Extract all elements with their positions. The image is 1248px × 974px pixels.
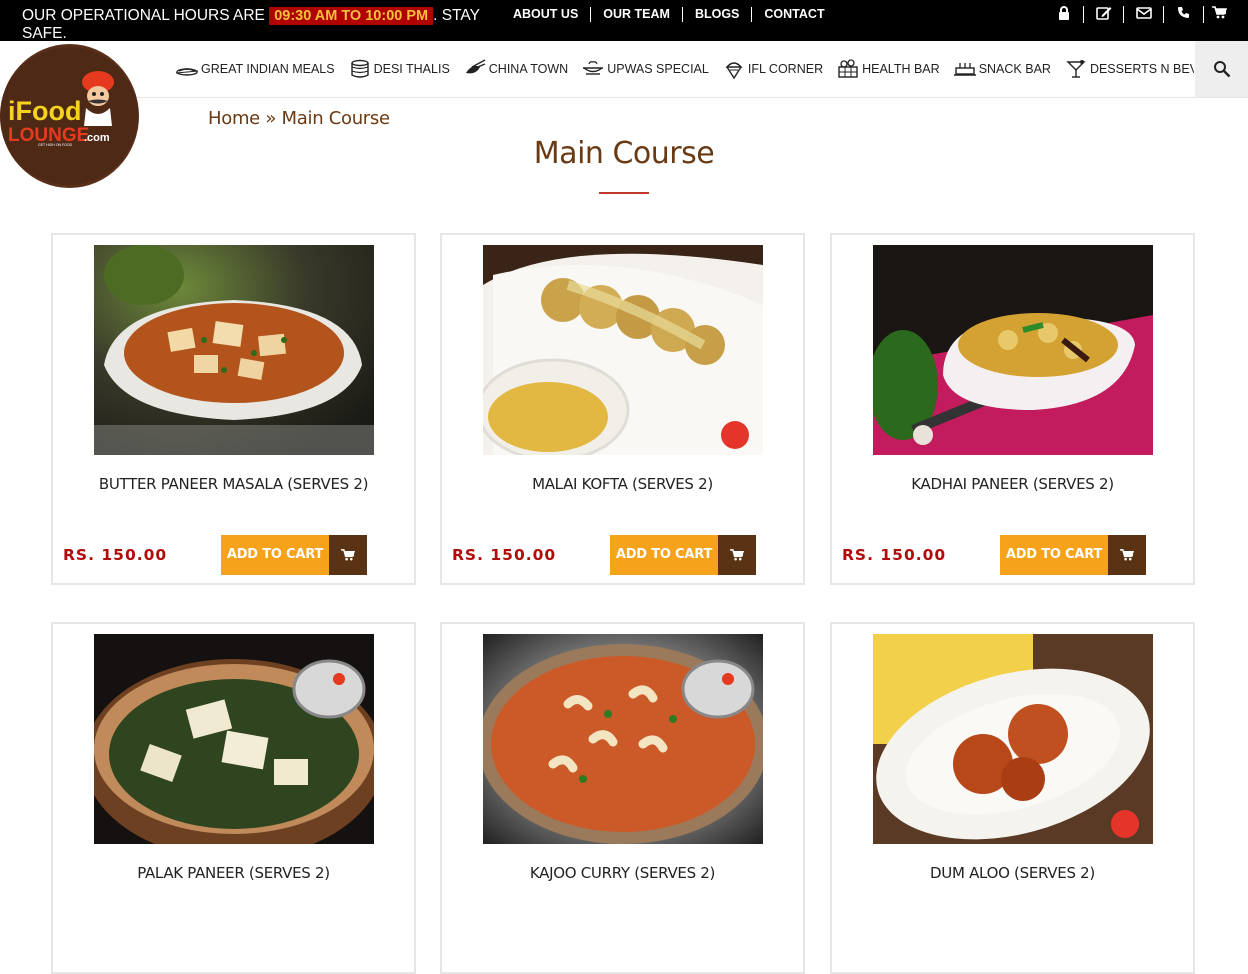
page-title: Main Course <box>533 136 715 171</box>
category-menu: GREAT INDIAN MEALS DESI THALIS CHINA TOW… <box>176 41 1194 97</box>
main-menu-bar: GREAT INDIAN MEALS DESI THALIS CHINA TOW… <box>0 41 1248 98</box>
phone-icon[interactable] <box>1164 6 1204 23</box>
cart-icon[interactable] <box>1204 6 1234 23</box>
product-image-kadhai-paneer[interactable] <box>873 245 1153 455</box>
add-to-cart-button[interactable]: ADD TO CART <box>610 535 756 575</box>
contact-link[interactable]: CONTACT <box>752 7 836 22</box>
product-name[interactable]: KAJOO CURRY (SERVES 2) <box>442 864 803 882</box>
menu-item-label: DESSERTS N BEVERAGES <box>1089 62 1194 76</box>
logo-text-top: iFood <box>8 96 81 126</box>
about-us-link[interactable]: ABOUT US <box>501 7 592 22</box>
cart-icon <box>329 535 367 575</box>
product-card[interactable]: PALAK PANEER (SERVES 2) <box>51 622 416 974</box>
product-image-dum-aloo[interactable] <box>873 634 1153 844</box>
logo-tagline: GET HIGH ON FOOD <box>38 143 73 147</box>
top-icons <box>1044 6 1234 23</box>
product-price: RS. 150.00 <box>842 546 947 564</box>
ice-cream-icon <box>725 62 743 79</box>
menu-item-china-town[interactable]: CHINA TOWN <box>464 59 568 79</box>
search-button[interactable] <box>1195 41 1248 97</box>
menu-item-label: HEALTH BAR <box>862 62 940 76</box>
top-bar: OUR OPERATIONAL HOURS ARE 09:30 AM TO 10… <box>0 0 1248 43</box>
product-price: RS. 150.00 <box>63 546 168 564</box>
product-image-malai-kofta[interactable] <box>483 245 763 455</box>
dish-icon <box>176 68 198 76</box>
hours-prefix: OUR OPERATIONAL HOURS ARE <box>22 7 270 24</box>
breadcrumb-current: Main Course <box>281 108 391 129</box>
breadcrumb: Home » Main Course <box>208 108 390 129</box>
cart-icon <box>1108 535 1146 575</box>
product-name[interactable]: PALAK PANEER (SERVES 2) <box>53 864 414 882</box>
product-image-kajoo-curry[interactable] <box>483 634 763 844</box>
title-divider <box>599 192 649 194</box>
edit-icon[interactable] <box>1084 6 1124 23</box>
blogs-link[interactable]: BLOGS <box>683 7 753 22</box>
add-to-cart-label: ADD TO CART <box>610 535 718 575</box>
menu-item-label: CHINA TOWN <box>488 62 569 76</box>
add-to-cart-label: ADD TO CART <box>221 535 329 575</box>
add-to-cart-label: ADD TO CART <box>1000 535 1108 575</box>
menu-item-label: GREAT INDIAN MEALS <box>201 62 335 76</box>
lock-icon[interactable] <box>1044 6 1084 23</box>
our-team-link[interactable]: OUR TEAM <box>591 7 683 22</box>
product-price: RS. 150.00 <box>452 546 557 564</box>
fruit-basket-icon <box>838 59 858 78</box>
menu-item-desi-thalis[interactable]: DESI THALIS <box>349 59 450 79</box>
product-name[interactable]: DUM ALOO (SERVES 2) <box>832 864 1193 882</box>
bowl-icon <box>583 61 604 75</box>
menu-item-label: IFL CORNER <box>747 62 824 76</box>
cart-icon <box>718 535 756 575</box>
hours-highlight: 09:30 AM TO 10:00 PM <box>269 7 434 25</box>
product-name[interactable]: KADHAI PANEER (SERVES 2) <box>832 475 1193 493</box>
breadcrumb-separator: » <box>259 108 282 129</box>
menu-item-great-indian-meals[interactable]: GREAT INDIAN MEALS <box>176 59 335 79</box>
cocktail-icon <box>1066 60 1086 78</box>
search-icon <box>1213 61 1230 78</box>
menu-item-desserts-n-beverages[interactable]: DESSERTS N BEVERAGES <box>1065 59 1194 79</box>
breadcrumb-home-link[interactable]: Home <box>208 108 260 129</box>
chopsticks-icon <box>465 59 486 74</box>
add-to-cart-button[interactable]: ADD TO CART <box>221 535 367 575</box>
operational-hours-notice: OUR OPERATIONAL HOURS ARE 09:30 AM TO 10… <box>22 7 492 43</box>
product-card[interactable]: MALAI KOFTA (SERVES 2) RS. 150.00 ADD TO… <box>440 233 805 585</box>
logo-text-com: .com <box>84 132 110 144</box>
cake-icon <box>953 63 976 76</box>
product-image-palak-paneer[interactable] <box>94 634 374 844</box>
menu-item-label: SNACK BAR <box>978 62 1051 76</box>
product-image-butter-paneer-masala[interactable] <box>94 245 374 455</box>
product-name[interactable]: MALAI KOFTA (SERVES 2) <box>442 475 803 493</box>
product-card[interactable]: DUM ALOO (SERVES 2) <box>830 622 1195 974</box>
menu-item-label: DESI THALIS <box>373 62 450 76</box>
add-to-cart-button[interactable]: ADD TO CART <box>1000 535 1146 575</box>
menu-item-health-bar[interactable]: HEALTH BAR <box>837 59 940 79</box>
menu-item-label: UPWAS SPECIAL <box>607 62 709 76</box>
menu-item-snack-bar[interactable]: SNACK BAR <box>953 59 1051 79</box>
product-card[interactable]: KAJOO CURRY (SERVES 2) <box>440 622 805 974</box>
menu-item-upwas-special[interactable]: UPWAS SPECIAL <box>582 59 709 79</box>
ifood-lounge-logo[interactable]: iFood LOUNGE .com GET HIGH ON FOOD <box>0 44 139 188</box>
top-links: ABOUT US OUR TEAM BLOGS CONTACT <box>501 7 837 22</box>
product-name[interactable]: BUTTER PANEER MASALA (SERVES 2) <box>53 475 414 493</box>
menu-item-ifl-corner[interactable]: IFL CORNER <box>723 59 823 79</box>
thali-icon <box>350 59 369 78</box>
product-card[interactable]: KADHAI PANEER (SERVES 2) RS. 150.00 ADD … <box>830 233 1195 585</box>
product-card[interactable]: BUTTER PANEER MASALA (SERVES 2) RS. 150.… <box>51 233 416 585</box>
envelope-icon[interactable] <box>1124 6 1164 23</box>
